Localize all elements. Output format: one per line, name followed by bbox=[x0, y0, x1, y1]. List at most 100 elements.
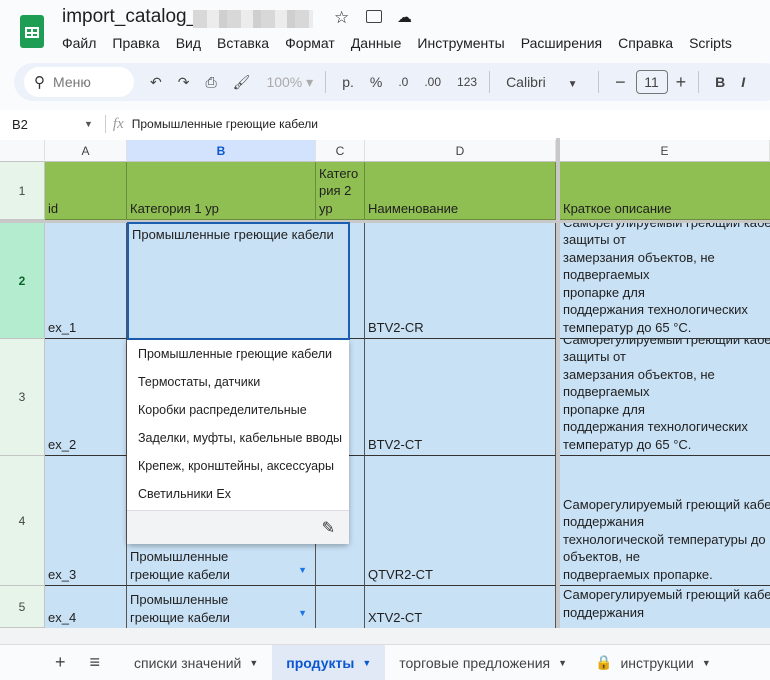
chevron-down-icon: ▼ bbox=[701, 657, 711, 668]
cell-a4[interactable]: ex_3 bbox=[45, 456, 127, 586]
dropdown-option[interactable]: Термостаты, датчики bbox=[127, 368, 349, 396]
edit-pencil-icon[interactable]: ✎ bbox=[322, 518, 335, 538]
document-title[interactable]: import_catalog_ bbox=[62, 6, 197, 28]
cell-a5[interactable]: ex_4 bbox=[45, 586, 127, 628]
menu-insert[interactable]: Вставка bbox=[217, 35, 269, 51]
cell-e4[interactable]: Саморегулируемый греющий кабель поддержа… bbox=[560, 456, 770, 586]
search-placeholder: Меню bbox=[53, 74, 91, 90]
currency-format-button[interactable]: р. bbox=[342, 74, 354, 90]
cell-d4[interactable]: QTVR2-CT bbox=[365, 456, 556, 586]
fx-icon: fx bbox=[112, 115, 124, 132]
sheet-tab-lists[interactable]: списки значений ▼ bbox=[120, 645, 272, 680]
undo-icon[interactable]: ↶ bbox=[150, 74, 162, 91]
add-sheet-icon[interactable]: + bbox=[55, 652, 66, 673]
row-header-3[interactable]: 3 bbox=[0, 339, 45, 456]
toolbar: ⚲ Меню ↶ ↷ ⎙ 🖌 100% ▾ р. % .0 .00 123 Cal… bbox=[14, 63, 770, 101]
print-icon[interactable]: ⎙ bbox=[205, 74, 216, 91]
cell-e1[interactable]: Краткое описание bbox=[560, 162, 770, 220]
sheet-tab-products[interactable]: продукты ▼ bbox=[272, 645, 386, 680]
formula-input[interactable]: Промышленные греющие кабели bbox=[132, 117, 318, 131]
dropdown-arrow-icon[interactable]: ▼ bbox=[298, 562, 307, 580]
dropdown-option[interactable]: Крепеж, кронштейны, аксессуары bbox=[127, 452, 349, 480]
row-header-5[interactable]: 5 bbox=[0, 586, 45, 628]
star-icon[interactable]: ☆ bbox=[334, 8, 349, 28]
sheet-tab-instructions[interactable]: 🔒 инструкции ▼ bbox=[581, 645, 725, 680]
row-header-1[interactable]: 1 bbox=[0, 162, 45, 220]
row-header-2[interactable]: 2 bbox=[0, 223, 45, 339]
chevron-down-icon[interactable]: ▼ bbox=[84, 119, 93, 129]
sheet-tab-label: продукты bbox=[286, 654, 355, 671]
column-header-b[interactable]: B bbox=[127, 140, 316, 162]
column-header-d[interactable]: D bbox=[365, 140, 556, 162]
select-all-corner[interactable] bbox=[0, 140, 45, 162]
increase-decimal-button[interactable]: .00 bbox=[424, 75, 441, 89]
cell-e5[interactable]: Саморегулируемый греющий кабель поддержа… bbox=[560, 586, 770, 628]
dropdown-option[interactable]: Заделки, муфты, кабельные вводы bbox=[127, 424, 349, 452]
cell-d5[interactable]: XTV2-CT bbox=[365, 586, 556, 628]
cell-d2[interactable]: BTV2-CR bbox=[365, 223, 556, 339]
column-header-e[interactable]: E bbox=[560, 140, 770, 162]
row-header-4[interactable]: 4 bbox=[0, 456, 45, 586]
move-folder-icon[interactable] bbox=[366, 10, 382, 23]
menu-data[interactable]: Данные bbox=[351, 35, 402, 51]
zoom-select[interactable]: 100% ▾ bbox=[266, 74, 313, 91]
cell-a1[interactable]: id bbox=[45, 162, 127, 220]
decrease-font-size-button[interactable]: − bbox=[615, 72, 626, 93]
horizontal-scrollbar[interactable] bbox=[0, 628, 770, 645]
menu-scripts[interactable]: Scripts bbox=[689, 35, 732, 51]
paint-format-icon[interactable]: 🖌 bbox=[233, 74, 251, 91]
cloud-status-icon[interactable]: ☁ bbox=[397, 8, 412, 26]
dropdown-option[interactable]: Светильники Ex bbox=[127, 480, 349, 508]
formula-bar: B2 ▼ fx Промышленные греющие кабели bbox=[0, 110, 770, 138]
sheet-tab-label: инструкции bbox=[620, 654, 694, 671]
dropdown-option[interactable]: Коробки распределительные bbox=[127, 396, 349, 424]
menu-file[interactable]: Файл bbox=[62, 35, 96, 51]
cell-d3[interactable]: BTV2-CT bbox=[365, 339, 556, 456]
spreadsheet-grid[interactable]: A B C D E 1 2 3 4 5 id Категория 1 ур Ка… bbox=[0, 138, 770, 628]
data-validation-dropdown: Промышленные греющие кабели Термостаты, … bbox=[127, 340, 349, 544]
font-size-input[interactable]: 11 bbox=[635, 70, 668, 94]
menu-format[interactable]: Формат bbox=[285, 35, 335, 51]
redo-icon[interactable]: ↷ bbox=[178, 74, 190, 91]
cell-e2[interactable]: Саморегулируемый греющий кабель защиты о… bbox=[560, 223, 770, 339]
decrease-decimal-button[interactable]: .0 bbox=[398, 75, 408, 89]
cell-c1[interactable]: Катего рия 2 ур bbox=[316, 162, 365, 220]
menu-tools[interactable]: Инструменты bbox=[417, 35, 504, 51]
cell-d1[interactable]: Наименование bbox=[365, 162, 556, 220]
divider bbox=[104, 115, 106, 133]
sheet-tab-label: торговые предложения bbox=[399, 654, 551, 671]
divider bbox=[489, 71, 491, 93]
dropdown-option[interactable]: Промышленные греющие кабели bbox=[127, 340, 349, 368]
divider bbox=[598, 71, 600, 93]
percent-format-button[interactable]: % bbox=[370, 74, 382, 90]
italic-button[interactable]: I bbox=[741, 74, 745, 90]
search-icon: ⚲ bbox=[34, 74, 45, 91]
cell-b1[interactable]: Категория 1 ур bbox=[127, 162, 316, 220]
zoom-value: 100% bbox=[266, 73, 303, 90]
increase-font-size-button[interactable]: + bbox=[676, 72, 687, 93]
cell-a2[interactable]: ex_1 bbox=[45, 223, 127, 339]
menu-bar: Файл Правка Вид Вставка Формат Данные Ин… bbox=[62, 35, 748, 51]
cell-a3[interactable]: ex_2 bbox=[45, 339, 127, 456]
cell-c5[interactable] bbox=[316, 586, 365, 628]
column-header-a[interactable]: A bbox=[45, 140, 127, 162]
menu-extensions[interactable]: Расширения bbox=[521, 35, 602, 51]
bold-button[interactable]: B bbox=[715, 74, 725, 90]
redacted-title bbox=[193, 10, 313, 28]
font-select[interactable]: Calibri ▼ bbox=[506, 74, 586, 90]
cell-b5[interactable]: Промышленные греющие кабели ▼ bbox=[127, 586, 316, 628]
number-format-button[interactable]: 123 bbox=[457, 75, 477, 89]
menu-view[interactable]: Вид bbox=[176, 35, 201, 51]
menu-search[interactable]: ⚲ Меню bbox=[24, 67, 134, 97]
sheet-tab-offers[interactable]: торговые предложения ▼ bbox=[385, 645, 581, 680]
menu-help[interactable]: Справка bbox=[618, 35, 673, 51]
font-value: Calibri bbox=[506, 74, 546, 90]
menu-edit[interactable]: Правка bbox=[112, 35, 159, 51]
dropdown-arrow-icon[interactable]: ▼ bbox=[298, 605, 307, 623]
cell-e3[interactable]: Саморегулируемый греющий кабель защиты о… bbox=[560, 339, 770, 456]
name-box[interactable]: B2 bbox=[12, 117, 84, 132]
sheets-logo[interactable] bbox=[20, 15, 44, 48]
column-header-c[interactable]: C bbox=[316, 140, 365, 162]
cell-b2-selected[interactable]: Промышленные греющие кабели bbox=[127, 222, 350, 340]
all-sheets-icon[interactable]: ≡ bbox=[90, 652, 101, 673]
